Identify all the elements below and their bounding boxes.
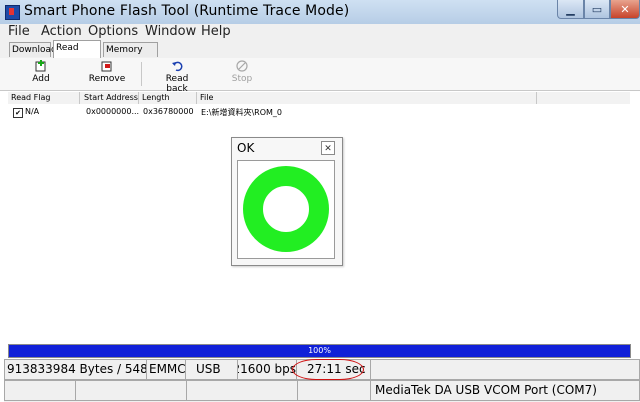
stop-label: Stop [231, 74, 253, 84]
menu-bar: File Action Options Window Help [0, 24, 640, 40]
status-storage: EMMC [146, 359, 186, 380]
maximize-button[interactable]: ▭ [584, 0, 610, 19]
status2-cell-3 [186, 380, 298, 401]
progress-bar: 100% [8, 344, 631, 358]
menu-options[interactable]: Options [88, 24, 138, 40]
status-image [237, 160, 335, 259]
tab-memory-test[interactable]: Memory Test [103, 42, 158, 70]
cell-file: E:\新增資料夾\ROM_0 [201, 108, 282, 117]
add-label: Add [32, 74, 50, 84]
status2-cell-2 [75, 380, 187, 401]
minimize-button[interactable]: ▁ [557, 0, 584, 19]
progress-percent: 100% [308, 346, 331, 355]
dialog-title: OK [237, 141, 255, 155]
cell-start-address: 0x0000000... [86, 107, 140, 116]
status2-cell-1 [4, 380, 76, 401]
tab-download[interactable]: Download [9, 42, 57, 57]
stop-button[interactable]: Stop [230, 60, 254, 84]
status-baud: 921600 bps [237, 359, 297, 380]
cell-read-flag: N/A [25, 107, 40, 116]
dialog-close-icon[interactable]: ✕ [321, 141, 335, 155]
close-button[interactable]: ✕ [610, 0, 640, 19]
status-filler [370, 359, 640, 380]
menu-action[interactable]: Action [41, 24, 82, 40]
cell-length: 0x36780000 [143, 107, 194, 116]
read-back-label: Read back [165, 74, 189, 94]
menu-window[interactable]: Window [145, 24, 196, 40]
tab-read-back[interactable]: Read back [53, 40, 101, 68]
green-ring-icon [243, 166, 329, 252]
remove-label: Remove [88, 74, 126, 84]
read-flag-checkbox[interactable]: ✔ [13, 108, 23, 118]
undo-arrow-icon [172, 61, 183, 72]
remove-icon [101, 61, 112, 72]
add-icon [35, 60, 46, 72]
read-back-button[interactable]: Read back [154, 60, 200, 94]
col-file[interactable]: File [197, 92, 537, 104]
toolbar-separator [141, 62, 142, 86]
time-highlight-circle [292, 359, 364, 380]
toolbar: Add Remove Read back Stop [0, 58, 640, 94]
app-icon [5, 5, 20, 20]
window-title: Smart Phone Flash Tool (Runtime Trace Mo… [24, 3, 350, 19]
col-start-address[interactable]: Start Address [81, 92, 139, 104]
stop-icon [236, 60, 248, 72]
col-read-flag[interactable]: Read Flag [8, 92, 80, 104]
status-port: MediaTek DA USB VCOM Port (COM7) [370, 380, 640, 401]
title-bar: Smart Phone Flash Tool (Runtime Trace Mo… [0, 0, 640, 25]
status-bytes: 913833984 Bytes / 548.1 [4, 359, 147, 380]
ok-dialog: OK ✕ [231, 137, 343, 266]
add-button[interactable]: Add [28, 60, 54, 84]
col-length[interactable]: Length [139, 92, 197, 104]
remove-button[interactable]: Remove [88, 60, 126, 84]
status-usb: USB [185, 359, 238, 380]
menu-file[interactable]: File [8, 24, 30, 40]
status-bar-secondary: MediaTek DA USB VCOM Port (COM7) [4, 380, 640, 402]
tab-bar: Download Read back Memory Test [0, 40, 640, 70]
status2-cell-4 [297, 380, 371, 401]
menu-help[interactable]: Help [201, 24, 231, 40]
